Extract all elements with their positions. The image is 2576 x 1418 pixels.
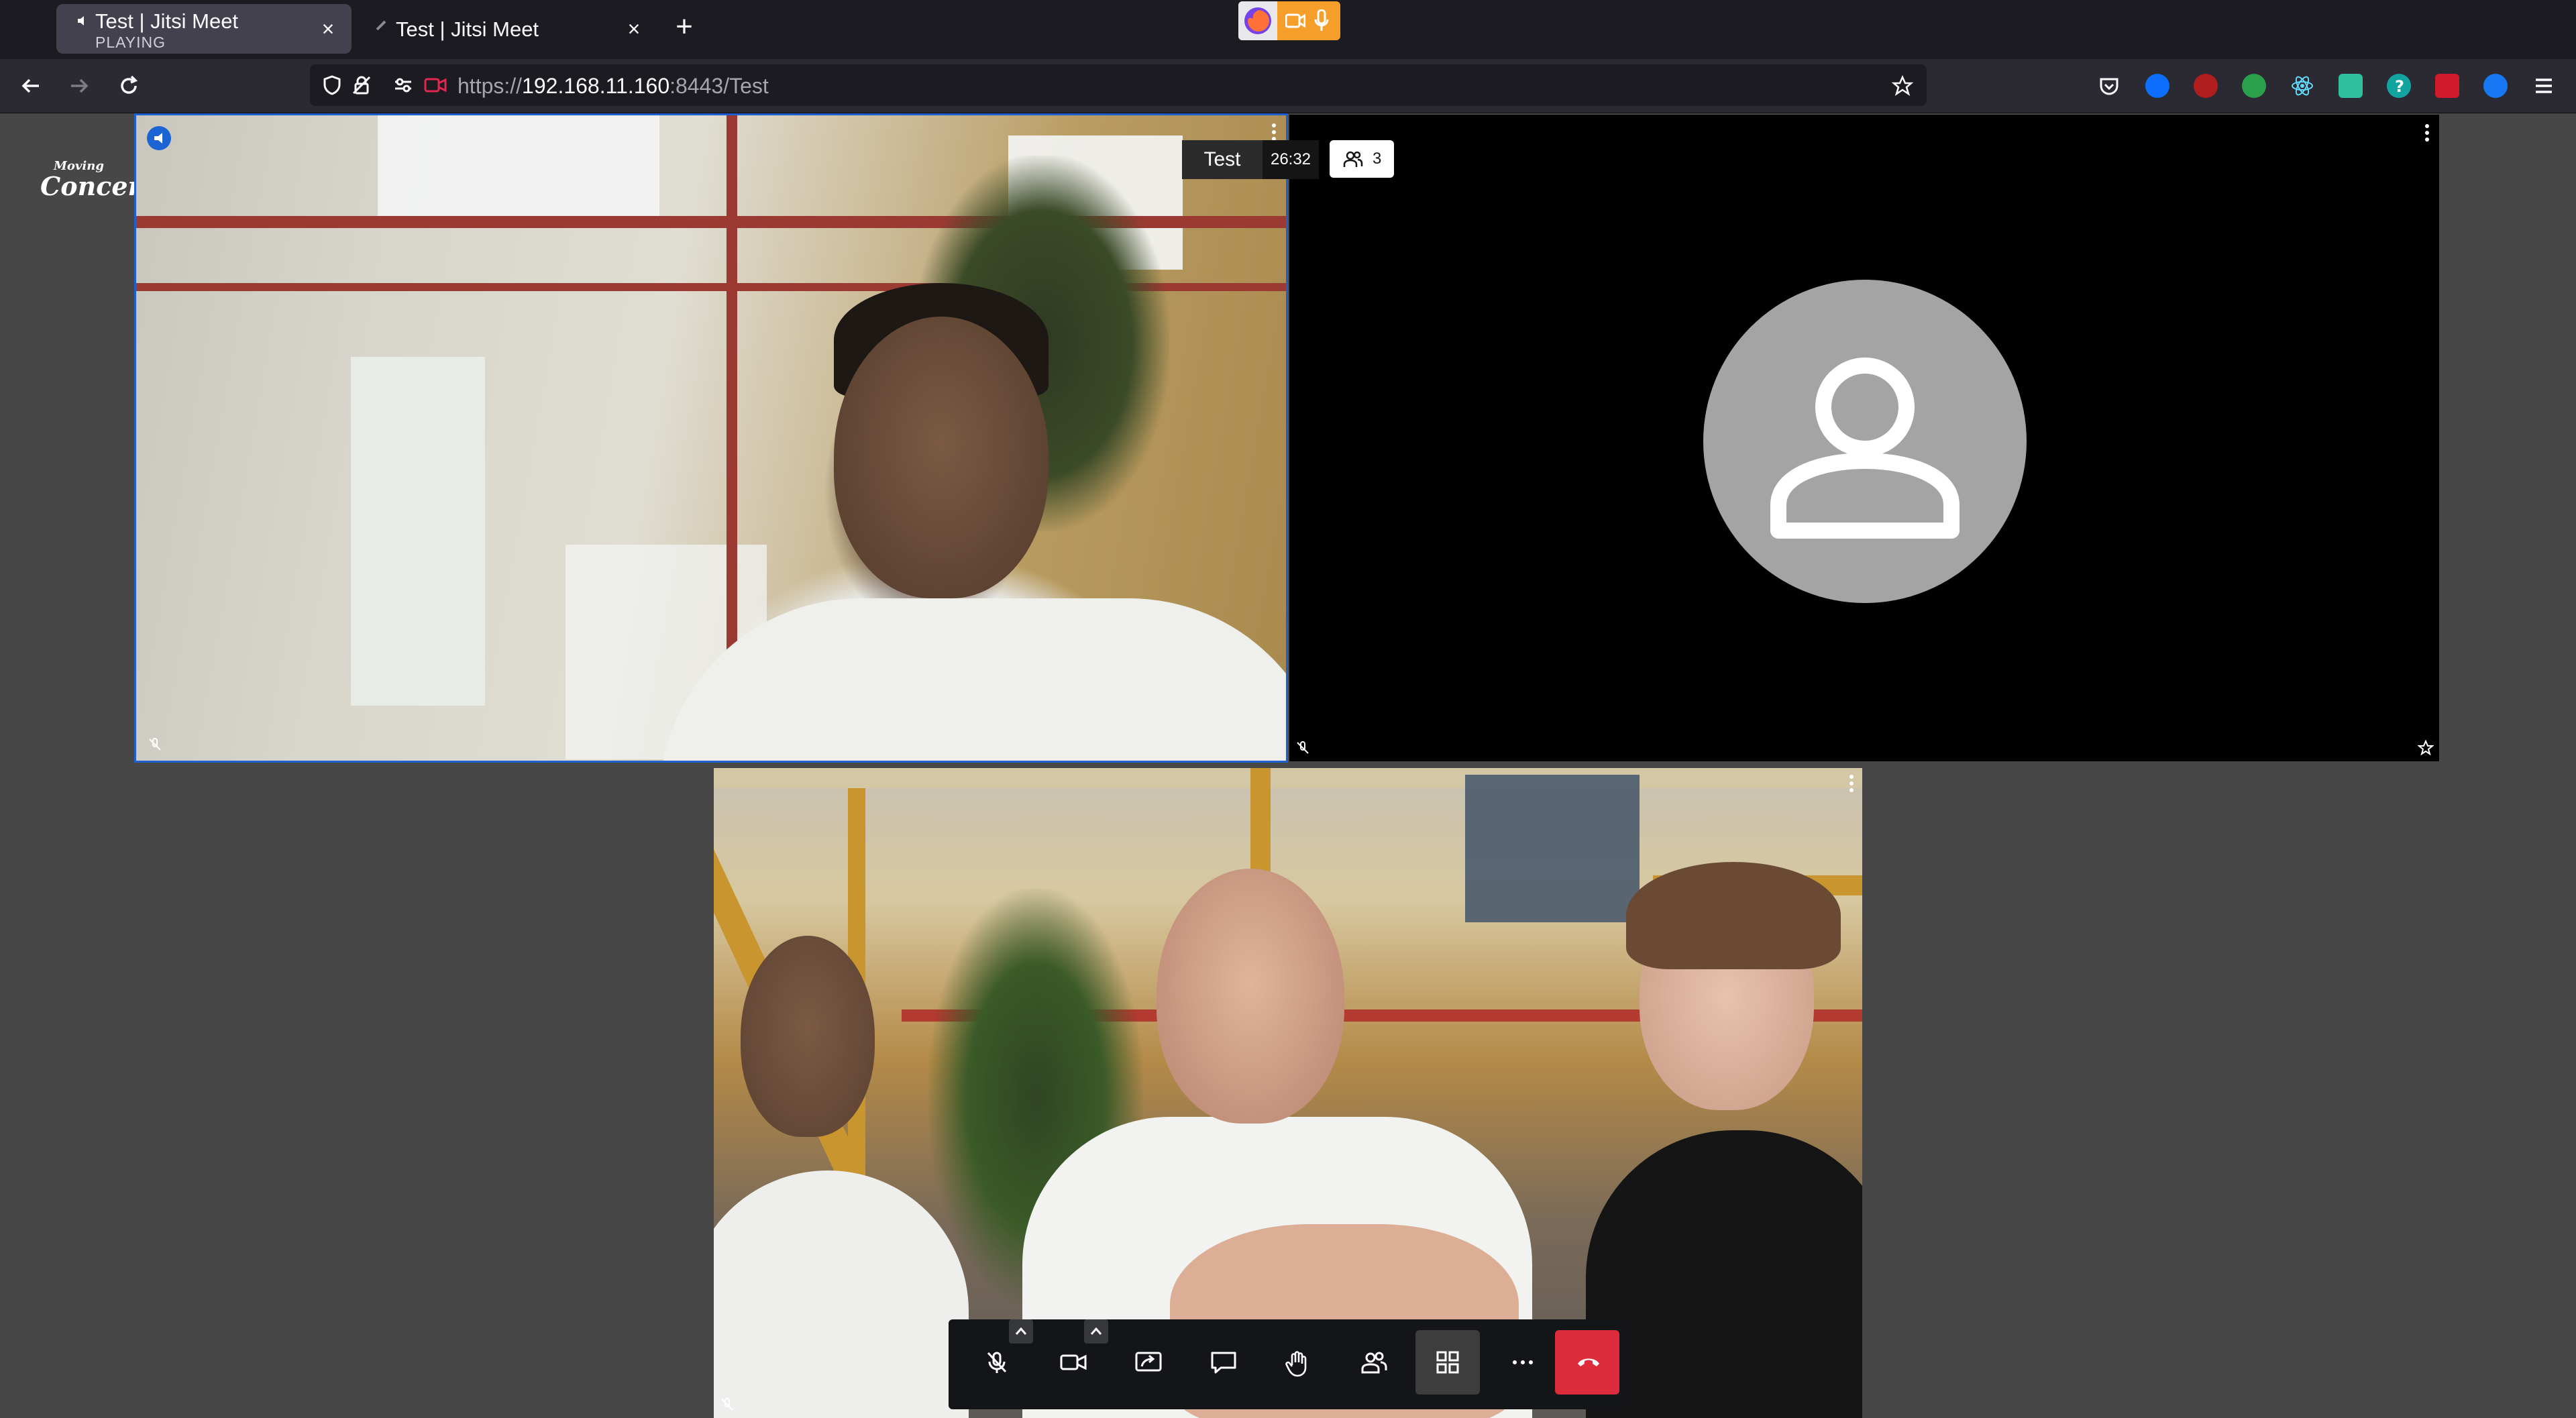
star-icon[interactable] — [2417, 739, 2434, 756]
user-silhouette-icon — [1770, 358, 1960, 539]
meeting-toolbox — [949, 1319, 1627, 1409]
back-icon[interactable] — [17, 72, 44, 99]
raise-hand-button[interactable] — [1265, 1330, 1330, 1395]
extension-dark-icon[interactable] — [2483, 74, 2508, 98]
tile-menu-icon[interactable] — [2420, 121, 2434, 148]
svg-text:?: ? — [2395, 77, 2404, 96]
new-tab-button[interactable]: + — [669, 12, 699, 42]
extension-gem-icon[interactable] — [2145, 74, 2169, 98]
chat-button[interactable] — [1190, 1330, 1254, 1395]
camera-icon — [1060, 1354, 1087, 1370]
speaker-icon[interactable] — [76, 15, 89, 30]
tile-view-button[interactable] — [1415, 1330, 1480, 1395]
permissions-icon[interactable] — [393, 75, 413, 95]
screenshare-icon — [1135, 1352, 1162, 1372]
jitsi-favicon-icon — [374, 19, 388, 36]
participant-video-tile-1[interactable] — [134, 113, 1288, 763]
participants-button[interactable] — [1340, 1330, 1405, 1395]
hangup-icon — [1578, 1358, 1599, 1366]
conference-timer: 26:32 — [1263, 140, 1319, 179]
extension-help-icon[interactable]: ? — [2387, 74, 2411, 98]
screenshare-button[interactable] — [1115, 1330, 1179, 1395]
room-name-label: Test — [1182, 140, 1263, 179]
chat-icon — [1211, 1352, 1236, 1374]
react-devtools-icon[interactable] — [2290, 74, 2314, 98]
menu-icon[interactable] — [2530, 72, 2557, 99]
ublock-icon[interactable] — [2194, 74, 2218, 98]
url-text[interactable]: https://192.168.11.160:8443/Test — [458, 74, 769, 99]
camera-feed — [136, 115, 1286, 761]
pocket-icon[interactable] — [2097, 74, 2121, 98]
reload-icon[interactable] — [115, 72, 142, 99]
lock-icon[interactable] — [352, 75, 372, 95]
url-path: :8443/Test — [669, 74, 769, 98]
more-actions-button[interactable] — [1491, 1330, 1555, 1395]
extension-fox-icon[interactable] — [2339, 74, 2363, 98]
tile-view-icon — [1436, 1351, 1459, 1374]
hangup-button[interactable] — [1555, 1330, 1619, 1395]
microphone-sharing-icon — [1313, 9, 1330, 36]
tile-menu-icon[interactable] — [1845, 772, 1858, 799]
more-icon — [1513, 1360, 1533, 1364]
mic-muted-icon — [987, 1352, 1007, 1373]
user-avatar — [1703, 280, 2027, 603]
participant-count: 3 — [1373, 150, 1382, 168]
url-bar[interactable]: https://192.168.11.160:8443/Test — [310, 64, 1927, 106]
browser-tab-bar: Test | Jitsi Meet PLAYING × Test | Jitsi… — [0, 0, 2576, 59]
bookmark-star-icon[interactable] — [1891, 74, 1914, 96]
mic-muted-icon — [1295, 740, 1311, 756]
sharing-indicator[interactable] — [1238, 1, 1340, 40]
participants-icon — [1361, 1352, 1387, 1374]
tab-test-jitsi[interactable]: Test | Jitsi Meet × — [362, 4, 657, 54]
mic-muted-icon — [719, 1397, 735, 1413]
audio-settings-chevron-up-icon[interactable] — [1009, 1319, 1033, 1344]
forward-icon[interactable] — [66, 72, 93, 99]
navigation-toolbar: https://192.168.11.160:8443/Test ? — [0, 59, 2576, 113]
mic-muted-icon — [147, 737, 163, 753]
raise-hand-icon — [1285, 1351, 1307, 1377]
participants-icon — [1343, 151, 1363, 167]
dominant-speaker-badge — [147, 126, 171, 150]
participants-count-badge[interactable]: 3 — [1330, 140, 1394, 178]
extension-pen-icon[interactable] — [2435, 74, 2459, 98]
url-host: 192.168.11.160 — [522, 74, 670, 98]
tab-test-jitsi-playing[interactable]: Test | Jitsi Meet PLAYING × — [56, 4, 352, 54]
close-tab-icon[interactable]: × — [318, 18, 338, 40]
participant-avatar-tile-2[interactable] — [1289, 115, 2439, 761]
tab-subtitle: PLAYING — [95, 34, 166, 51]
shield-icon[interactable] — [322, 75, 342, 95]
meeting-stage: Moving Concert Test 26:32 3 — [0, 113, 2576, 1418]
firefox-icon — [1238, 1, 1277, 40]
watermark-logo[interactable]: Moving Concert — [40, 159, 153, 207]
extension-b-plus-icon[interactable] — [2242, 74, 2266, 98]
camera-sharing-icon — [1285, 13, 1306, 32]
camera-sharing-icon[interactable] — [424, 75, 447, 95]
video-settings-chevron-up-icon[interactable] — [1084, 1319, 1108, 1344]
tab-title: Test | Jitsi Meet — [95, 9, 239, 33]
tab-title: Test | Jitsi Meet — [396, 17, 539, 41]
url-scheme: https:// — [458, 74, 523, 98]
close-tab-icon[interactable]: × — [624, 18, 644, 40]
